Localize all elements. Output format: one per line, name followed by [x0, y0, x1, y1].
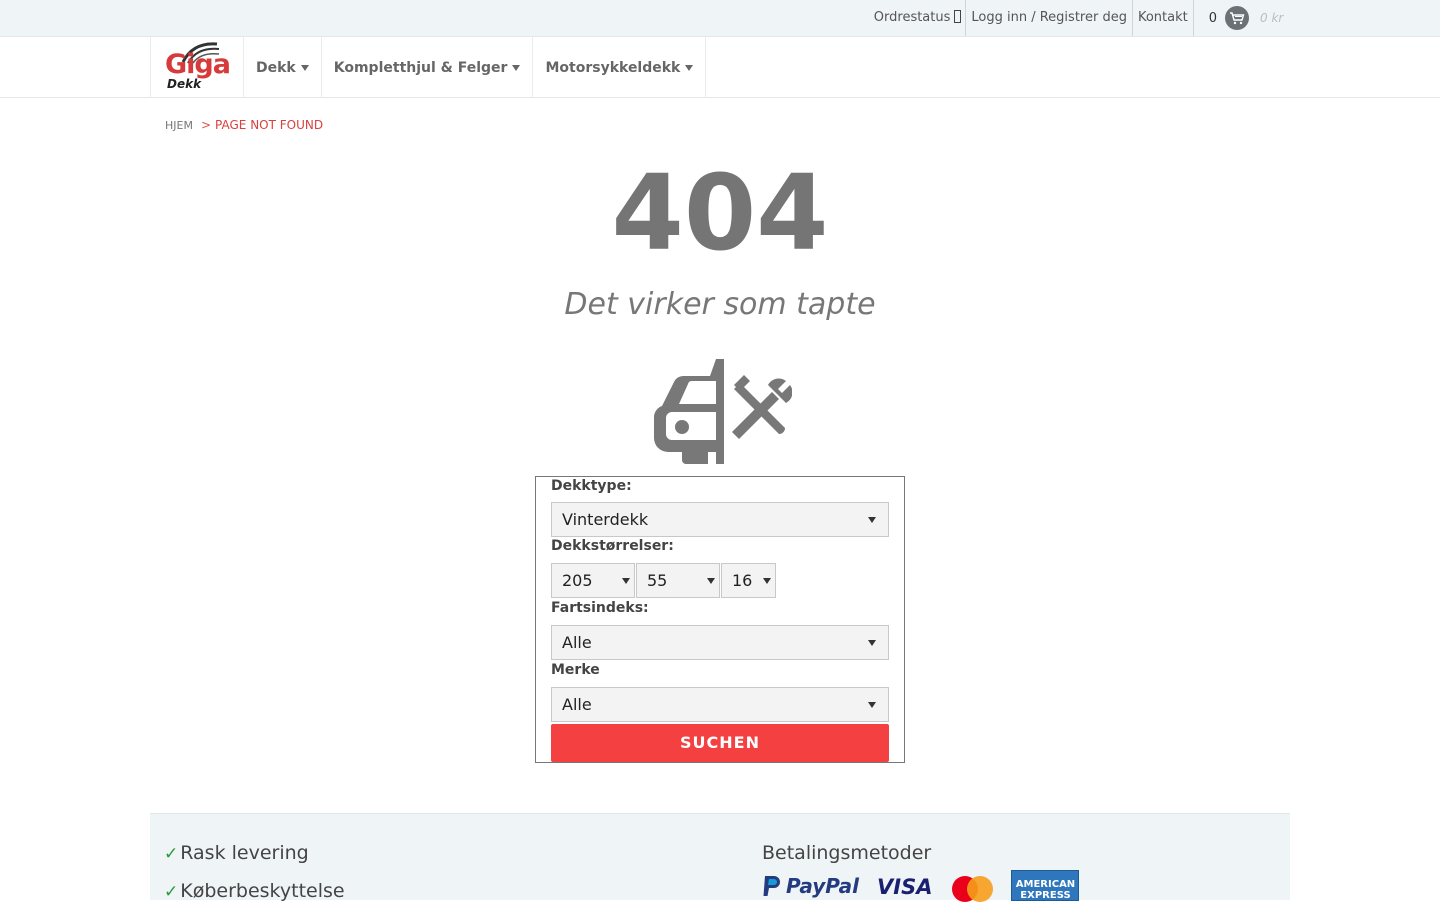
top-bar: Ordrestatus Logg inn / Registrer deg Kon… — [0, 0, 1440, 37]
speed-index-select[interactable]: Alle — [551, 625, 889, 660]
feature-label: Køberbeskyttelse — [180, 880, 345, 902]
tyre-type-label: Dekktype: — [551, 478, 632, 494]
tyre-profile-value: 55 — [647, 571, 668, 590]
tyre-rim-value: 16 — [732, 571, 753, 590]
chevron-down-icon — [512, 64, 521, 71]
visa-logo: VISA — [877, 875, 933, 899]
paypal-logo: PayPal — [762, 870, 859, 902]
breadcrumb: Hjem > Page not found — [165, 118, 323, 132]
nav-item-label: Motorsykkeldekk — [545, 59, 681, 76]
tyre-rim-select[interactable]: 16 — [721, 563, 776, 598]
feature-buyer-protection: ✓ Køberbeskyttelse — [164, 880, 345, 902]
top-links: Ordrestatus Logg inn / Registrer deg Kon… — [869, 0, 1290, 36]
amex-line2: EXPRESS — [1020, 890, 1071, 901]
feature-label: Rask levering — [180, 842, 309, 864]
chevron-down-icon — [763, 578, 771, 584]
brand-label: Merke — [551, 662, 600, 678]
checkmark-icon: ✓ — [164, 882, 179, 902]
tyre-search-form: Dekktype: Vinterdekk Dekkstørrelser: 205… — [535, 476, 905, 763]
mini-cart[interactable]: 0 0 kr — [1194, 0, 1290, 36]
tyre-type-value: Vinterdekk — [562, 510, 649, 529]
chevron-down-icon — [707, 578, 715, 584]
paypal-text: PayPal — [786, 874, 860, 898]
nav-item-dekk[interactable]: Dekk — [244, 37, 322, 98]
amex-logo: AMERICAN EXPRESS — [1011, 870, 1080, 901]
nav-item-label: Dekk — [256, 59, 296, 76]
footer-strip: ✓ Rask levering ✓ Køberbeskyttelse Betalin… — [150, 813, 1290, 902]
mastercard-logo — [952, 870, 994, 902]
error-message: Det virker som tapte — [564, 287, 876, 322]
speed-index-label: Fartsindeks: — [551, 600, 649, 616]
payment-logos: PayPal VISA AMERICAN EXPRESS — [762, 870, 1080, 902]
search-submit-button[interactable]: SUCHEN — [551, 724, 889, 762]
error-code: 404 — [611, 152, 829, 274]
chevron-down-icon — [300, 64, 309, 71]
nav-item-kompletthjul[interactable]: Kompletthjul & Felger — [322, 37, 534, 98]
chevron-down-icon — [868, 640, 876, 646]
breadcrumb-current: Page not found — [215, 118, 324, 132]
contact-link[interactable]: Kontakt — [1133, 0, 1194, 36]
amex-line1: AMERICAN — [1015, 879, 1076, 890]
order-status-label: Ordrestatus — [873, 10, 951, 25]
speed-index-value: Alle — [562, 633, 592, 652]
cart-total: 0 kr — [1260, 11, 1284, 25]
tyre-profile-select[interactable]: 55 — [636, 563, 720, 598]
brand-value: Alle — [562, 695, 592, 714]
breadcrumb-separator: > — [200, 118, 212, 132]
payment-methods-title: Betalingsmetoder — [762, 842, 932, 864]
cart-count: 0 — [1208, 10, 1217, 26]
chevron-down-icon — [868, 517, 876, 523]
tyre-type-select[interactable]: Vinterdekk — [551, 502, 889, 537]
chevron-down-icon — [622, 578, 630, 584]
chevron-down-icon — [868, 702, 876, 708]
site-logo[interactable]: Giga Dekk — [150, 37, 244, 98]
paypal-p-icon — [763, 876, 780, 896]
tyre-sizes-label: Dekkstørrelser: — [551, 538, 674, 554]
main-nav: Giga Dekk Dekk Kompletthjul & Felger Mot… — [0, 37, 1440, 98]
chevron-down-icon — [685, 64, 694, 71]
checkmark-icon: ✓ — [164, 844, 179, 864]
nav-item-motorsykkeldekk[interactable]: Motorsykkeldekk — [533, 37, 707, 98]
order-status-icon — [954, 10, 962, 23]
tyre-width-select[interactable]: 205 — [551, 563, 635, 598]
nav-item-label: Kompletthjul & Felger — [333, 59, 508, 76]
logo-dekk-text: Dekk — [167, 77, 202, 91]
tyre-width-value: 205 — [562, 571, 593, 590]
feature-fast-delivery: ✓ Rask levering — [164, 842, 309, 864]
logo-giga-text: Giga — [165, 49, 231, 80]
breadcrumb-home[interactable]: Hjem — [165, 119, 193, 132]
brand-select[interactable]: Alle — [551, 687, 889, 722]
order-status-link[interactable]: Ordrestatus — [869, 0, 967, 36]
login-register-link[interactable]: Logg inn / Registrer deg — [966, 0, 1133, 36]
mastercard-orange-circle-icon — [967, 876, 994, 902]
car-repair-icon — [653, 359, 792, 464]
cart-icon[interactable] — [1225, 6, 1249, 30]
